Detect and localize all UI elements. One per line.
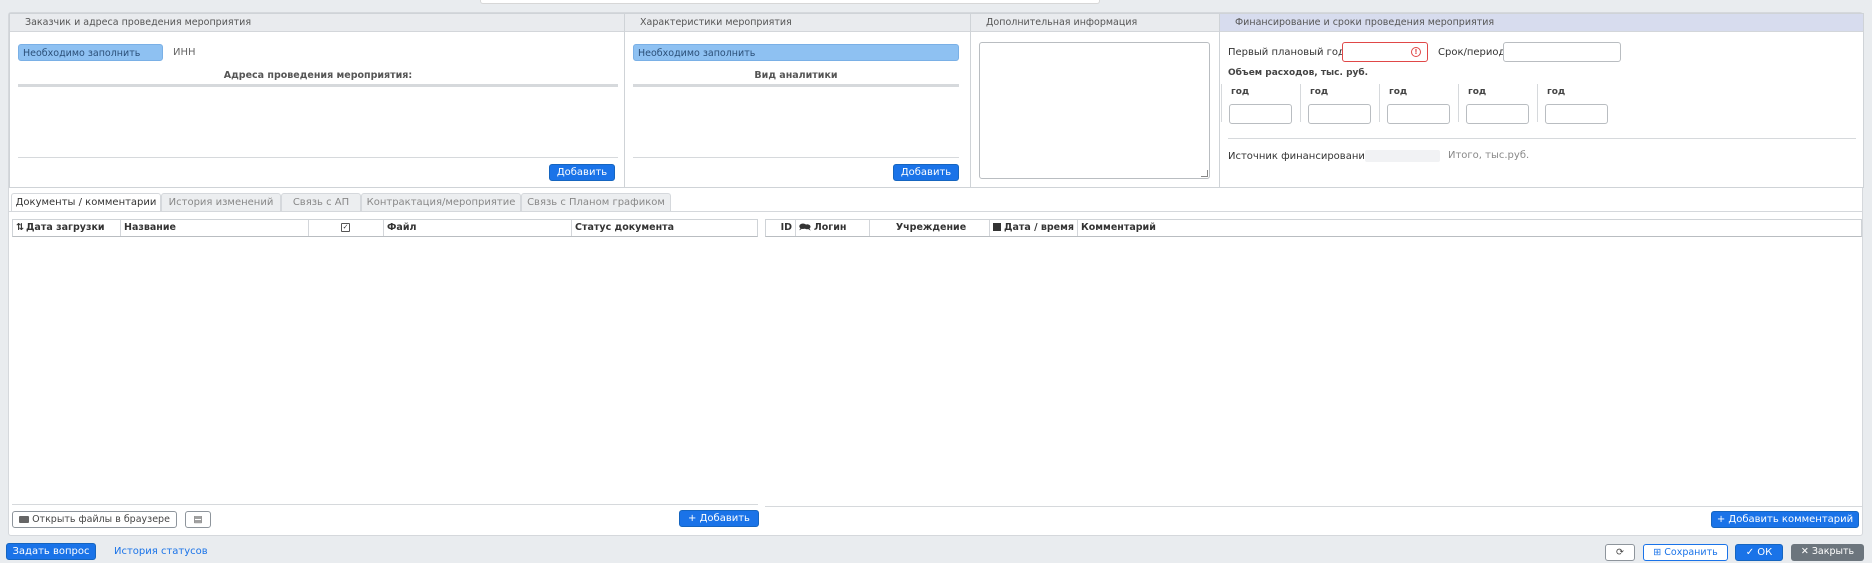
- comment-icon: 🗪: [799, 222, 811, 233]
- addresses-bottom-line: [18, 157, 618, 158]
- column-institution[interactable]: Учреждение: [870, 220, 990, 236]
- save-icon: ⊞: [1653, 547, 1665, 558]
- year-label: год: [1389, 87, 1408, 97]
- refresh-button[interactable]: ⟳: [1605, 544, 1635, 561]
- column-status[interactable]: Статус документа: [572, 220, 757, 236]
- year-label: год: [1547, 87, 1566, 97]
- customer-panel: Заказчик и адреса проведения мероприятия…: [9, 13, 625, 188]
- column-select[interactable]: ✓: [309, 220, 384, 236]
- tab-documents[interactable]: Документы / комментарии: [11, 193, 161, 212]
- analytics-divider: [633, 84, 959, 87]
- close-icon: ✕: [1800, 546, 1812, 557]
- total-label: Итого, тыс.руб.: [1448, 150, 1530, 161]
- column-id[interactable]: ID: [766, 220, 796, 236]
- analytics-label: Вид аналитики: [754, 70, 838, 81]
- year-column-1: год: [1221, 84, 1295, 140]
- check-icon: ✓: [1745, 547, 1758, 558]
- plus-icon: +: [688, 513, 700, 524]
- tab-contracting[interactable]: Контрактация/мероприятие: [361, 193, 521, 211]
- additional-panel-title: Дополнительная информация: [971, 14, 1219, 32]
- year-label: год: [1310, 87, 1329, 97]
- refresh-icon: ⟳: [1616, 547, 1624, 558]
- close-button[interactable]: ✕ Закрыть: [1791, 544, 1864, 561]
- checkbox-icon[interactable]: ✓: [341, 223, 350, 232]
- documents-grid-header: ⇅ Дата загрузки Название ✓ Файл Статус до…: [12, 219, 758, 237]
- source-label: Источник финансирования: [1228, 151, 1371, 162]
- ask-question-button[interactable]: Задать вопрос: [6, 543, 96, 560]
- save-button[interactable]: ⊞ Сохранить: [1643, 544, 1728, 561]
- year-column-5: год: [1537, 84, 1611, 140]
- first-year-input[interactable]: !: [1342, 42, 1428, 62]
- column-datetime[interactable]: Дата / время: [990, 220, 1078, 236]
- comments-grid-header: ID 🗪 Логин Учреждение Дата / время Коммен…: [765, 219, 1862, 237]
- volume-label: Объем расходов, тыс. руб.: [1228, 68, 1369, 78]
- column-login[interactable]: 🗪 Логин: [796, 220, 870, 236]
- additional-panel: Дополнительная информация: [970, 13, 1220, 188]
- addresses-label: Адреса проведения мероприятия:: [223, 70, 413, 81]
- additional-info-textarea[interactable]: [979, 42, 1210, 179]
- add-comment-button[interactable]: + Добавить комментарий: [1711, 511, 1859, 528]
- period-input[interactable]: [1503, 42, 1621, 62]
- documents-bottom-line: [12, 504, 758, 505]
- year-column-3: год: [1379, 84, 1453, 140]
- column-upload-date[interactable]: ⇅ Дата загрузки: [13, 220, 121, 236]
- year-column-2: год: [1300, 84, 1374, 140]
- column-comment[interactable]: Комментарий: [1078, 220, 1378, 236]
- top-strip: [0, 0, 1872, 5]
- addresses-divider: [18, 84, 618, 87]
- calendar-icon: [993, 223, 1001, 231]
- export-button[interactable]: ▤: [185, 511, 211, 528]
- first-year-label: Первый плановый год: [1228, 47, 1345, 58]
- year-label: год: [1231, 87, 1250, 97]
- comments-bottom-line: [765, 506, 1862, 507]
- year-amount-input[interactable]: [1308, 104, 1371, 124]
- tab-ap-link[interactable]: Связь с АП: [281, 193, 361, 211]
- source-value[interactable]: [1365, 150, 1440, 162]
- year-amount-input[interactable]: [1545, 104, 1608, 124]
- resize-handle[interactable]: [1201, 170, 1208, 177]
- add-analytics-button[interactable]: Добавить: [893, 164, 959, 181]
- warning-icon: !: [1411, 47, 1421, 57]
- characteristics-required-field[interactable]: Необходимо заполнить: [633, 44, 959, 61]
- customer-required-field[interactable]: Необходимо заполнить: [18, 44, 163, 61]
- year-column-4: год: [1458, 84, 1532, 140]
- status-history-link[interactable]: История статусов: [114, 546, 208, 557]
- folder-icon: [19, 516, 30, 523]
- tab-history[interactable]: История изменений: [161, 193, 281, 211]
- tab-schedule-link[interactable]: Связь с Планом графиком: [521, 193, 671, 211]
- year-amount-input[interactable]: [1466, 104, 1529, 124]
- year-amount-input[interactable]: [1387, 104, 1450, 124]
- window-edge: [480, 0, 1100, 4]
- tab-underline: [9, 211, 1862, 212]
- inn-label: ИНН: [173, 47, 196, 58]
- event-card: Заказчик и адреса проведения мероприятия…: [8, 12, 1864, 536]
- characteristics-panel-title: Характеристики мероприятия: [625, 14, 970, 32]
- customer-panel-title: Заказчик и адреса проведения мероприятия: [10, 14, 624, 32]
- document-icon: ▤: [193, 514, 203, 525]
- period-label: Срок/период: [1438, 47, 1506, 58]
- plus-icon: +: [1716, 514, 1729, 525]
- year-label: год: [1468, 87, 1487, 97]
- ok-button[interactable]: ✓ ОК: [1735, 544, 1783, 561]
- analytics-bottom-line: [633, 157, 959, 158]
- characteristics-panel: Характеристики мероприятия Необходимо за…: [624, 13, 971, 188]
- column-file[interactable]: Файл: [384, 220, 572, 236]
- add-address-button[interactable]: Добавить: [549, 164, 615, 181]
- financing-divider: [1228, 138, 1856, 139]
- column-name[interactable]: Название: [121, 220, 309, 236]
- financing-panel: Финансирование и сроки проведения меропр…: [1219, 13, 1864, 188]
- financing-panel-title: Финансирование и сроки проведения меропр…: [1220, 14, 1863, 32]
- add-document-button[interactable]: + Добавить: [679, 510, 759, 527]
- open-files-button[interactable]: Открыть файлы в браузере: [12, 511, 177, 528]
- year-amount-input[interactable]: [1229, 104, 1292, 124]
- sort-icon[interactable]: ⇅: [16, 222, 24, 233]
